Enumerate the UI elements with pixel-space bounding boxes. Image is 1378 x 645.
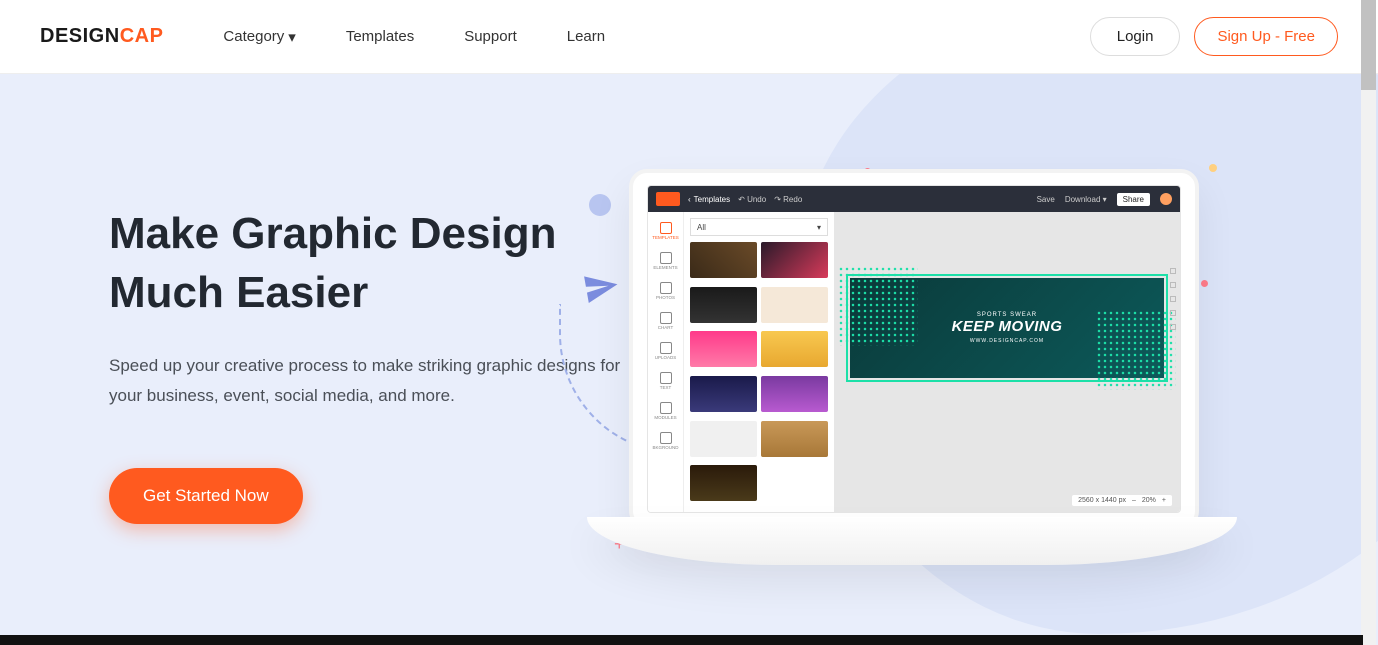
template-thumb (761, 331, 828, 367)
header: DESIGNCAP Category ▾ Templates Support L… (0, 0, 1378, 74)
zoom-level: 20% (1142, 497, 1156, 504)
rail-elements: ELEMENTS (648, 246, 683, 276)
editor-logo (656, 192, 680, 206)
redo-button: ↷ Redo (774, 195, 802, 204)
editor-breadcrumb: ‹ Templates (688, 195, 730, 204)
nav-learn[interactable]: Learn (567, 28, 605, 46)
share-button: Share (1117, 193, 1150, 206)
hero-title-line1: Make Graphic Design (109, 209, 556, 258)
canvas-side-tools (1170, 268, 1176, 330)
rail-bkground: BKGROUND (648, 426, 683, 456)
login-button[interactable]: Login (1090, 17, 1181, 56)
template-thumb (761, 242, 828, 278)
zoom-out: – (1132, 497, 1136, 504)
editor-rail: TEMPLATES ELEMENTS PHOTOS CHART UPLOADS … (648, 212, 684, 512)
template-thumb (761, 421, 828, 457)
laptop-base (587, 517, 1237, 565)
logo-cap: CAP (120, 25, 164, 48)
nav: Category ▾ Templates Support Learn (223, 28, 605, 46)
editor-templates-label: Templates (694, 195, 730, 204)
logo[interactable]: DESIGNCAP (40, 25, 163, 48)
paper-plane-icon (580, 266, 623, 317)
chevron-left-icon: ‹ (688, 195, 691, 204)
template-thumb (690, 331, 757, 367)
download-button: Download ▾ (1065, 195, 1107, 204)
canvas-url: WWW.DESIGNCAP.COM (970, 338, 1044, 344)
save-button: Save (1037, 195, 1055, 204)
canvas-dims: 2560 x 1440 px (1078, 497, 1126, 504)
canvas: SPORTS SWEAR KEEP MOVING WWW.DESIGNCAP.C… (850, 278, 1164, 378)
template-thumb (690, 376, 757, 412)
laptop-mock: ‹ Templates ↶ Undo ↷ Redo Save Download … (629, 169, 1199, 529)
nav-category-label: Category (223, 28, 284, 45)
nav-templates[interactable]: Templates (346, 28, 414, 46)
hero: Make Graphic Design Much Easier Speed up… (0, 74, 1378, 645)
bottom-bar (0, 635, 1363, 645)
chevron-down-icon: ▾ (817, 223, 821, 232)
template-thumb (690, 465, 757, 501)
rail-modules: MODULES (648, 396, 683, 426)
hero-copy: Make Graphic Design Much Easier Speed up… (109, 204, 629, 524)
zoom-in: + (1162, 497, 1166, 504)
rail-text: TEXT (648, 366, 683, 396)
template-grid (684, 242, 834, 512)
editor-app: ‹ Templates ↶ Undo ↷ Redo Save Download … (647, 185, 1181, 513)
scrollbar[interactable] (1361, 0, 1376, 645)
editor-topbar: ‹ Templates ↶ Undo ↷ Redo Save Download … (648, 186, 1180, 212)
template-thumb (761, 465, 828, 501)
chevron-down-icon: ▾ (288, 28, 296, 46)
rail-templates: TEMPLATES (648, 216, 683, 246)
rail-photos: PHOTOS (648, 276, 683, 306)
nav-support[interactable]: Support (464, 28, 517, 46)
avatar (1160, 193, 1172, 205)
template-thumb (761, 376, 828, 412)
template-thumb (690, 242, 757, 278)
canvas-headline: KEEP MOVING (952, 318, 1063, 335)
template-thumb (690, 421, 757, 457)
scroll-thumb[interactable] (1361, 0, 1376, 90)
hero-subtitle: Speed up your creative process to make s… (109, 351, 629, 411)
hero-title: Make Graphic Design Much Easier (109, 204, 629, 323)
template-thumb (761, 287, 828, 323)
rail-uploads: UPLOADS (648, 336, 683, 366)
auth-buttons: Login Sign Up - Free (1090, 17, 1338, 56)
dot-icon (1201, 280, 1208, 287)
template-filter: All▾ (690, 218, 828, 236)
check-badge-icon (589, 194, 611, 216)
nav-category[interactable]: Category ▾ (223, 28, 295, 46)
dot-icon (1209, 164, 1217, 172)
zoom-bar: 2560 x 1440 px – 20% + (1072, 495, 1172, 506)
template-panel: All▾ (684, 212, 834, 512)
cta-button[interactable]: Get Started Now (109, 468, 303, 524)
hero-title-line2: Much Easier (109, 268, 368, 317)
undo-button: ↶ Undo (738, 195, 766, 204)
signup-button[interactable]: Sign Up - Free (1194, 17, 1338, 56)
template-thumb (690, 287, 757, 323)
canvas-area: SPORTS SWEAR KEEP MOVING WWW.DESIGNCAP.C… (834, 212, 1180, 512)
rail-chart: CHART (648, 306, 683, 336)
logo-design: DESIGN (40, 25, 120, 48)
